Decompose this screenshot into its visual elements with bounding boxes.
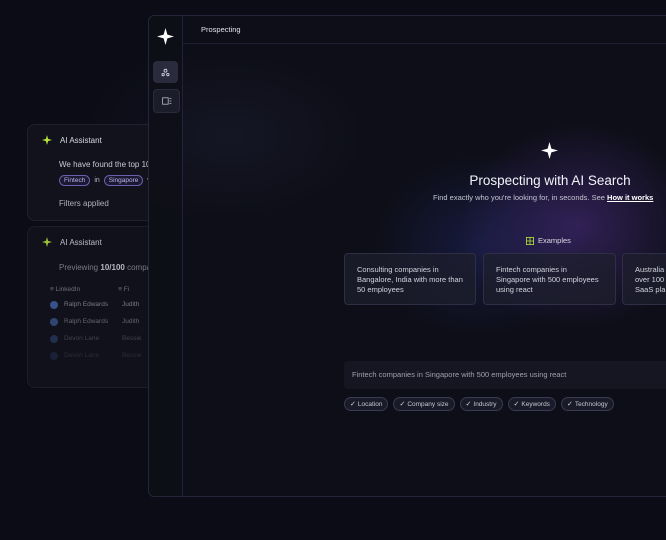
assistant-title: AI Assistant: [60, 135, 102, 145]
chip-connector: in: [94, 177, 100, 184]
filter-label: Location: [357, 400, 383, 408]
filter-chip-industry[interactable]: ✓ Industry: [459, 397, 503, 411]
sidebar: [149, 16, 183, 496]
industry-chip[interactable]: Fintech: [59, 175, 91, 186]
filter-chips: ✓ Location ✓ Company size ✓ Industry ✓ Keywo…: [344, 397, 614, 411]
page-title: Prospecting: [201, 25, 241, 34]
app-logo-spark-icon[interactable]: [157, 28, 174, 45]
ai-spark-icon: [42, 135, 52, 145]
column-linkedin[interactable]: ≡ LinkedIn: [50, 286, 80, 293]
row-name: Devon Lane: [64, 335, 100, 342]
filter-label: Keywords: [521, 400, 550, 408]
example-card[interactable]: Fintech companies in Singapore with 500 …: [483, 253, 616, 305]
hero-subtitle-text: Find exactly who you're looking for, in …: [433, 193, 605, 202]
example-card[interactable]: Australia over 100 SaaS pla: [622, 253, 666, 305]
row-second: Bessie: [122, 335, 142, 342]
filter-chip-technology[interactable]: ✓ Technology: [560, 397, 614, 411]
row-name: Devon Lane: [64, 352, 100, 359]
hero-subtitle: Find exactly who you're looking for, in …: [433, 193, 653, 202]
filter-chip-keywords[interactable]: ✓ Keywords: [507, 397, 556, 411]
filter-chip-company-size[interactable]: ✓ Company size: [393, 397, 455, 411]
ai-spark-icon: [42, 237, 52, 247]
preview-prefix: Previewing: [59, 263, 99, 272]
check-icon: ✓: [465, 401, 472, 408]
assistant-header: AI Assistant: [42, 237, 102, 247]
location-chip[interactable]: Singapore: [103, 175, 144, 186]
hero-title: Prospecting with AI Search: [469, 173, 631, 188]
column-label: Fi: [123, 285, 130, 293]
preview-count-text: Previewing 10/100 compa: [59, 263, 151, 272]
linkedin-icon: [50, 317, 58, 326]
linkedin-icon: [50, 300, 58, 309]
row-second: Judith: [122, 301, 140, 308]
topbar: Prospecting: [182, 16, 666, 44]
assistant-message: We have found the top 10: [59, 160, 151, 169]
ai-search-input[interactable]: Fintech companies in Singapore with 500 …: [344, 361, 666, 389]
assistant-header: AI Assistant: [42, 135, 102, 145]
filters-applied-label: Filters applied: [59, 199, 109, 208]
linkedin-icon: [50, 351, 58, 360]
examples-heading: Examples: [526, 236, 571, 245]
sidebar-item-lists[interactable]: [153, 89, 180, 113]
row-name: Ralph Edwards: [64, 301, 109, 308]
column-label: LinkedIn: [55, 285, 81, 293]
people-icon: [161, 68, 170, 76]
row-second: Bessie: [122, 352, 142, 359]
linkedin-icon: [50, 334, 58, 343]
preview-count: 10/100: [100, 263, 125, 272]
hero-spark-icon: [541, 142, 558, 159]
example-card[interactable]: Consulting companies in Bangalore, India…: [344, 253, 476, 305]
check-icon: ✓: [566, 401, 573, 408]
list-icon: [161, 97, 171, 105]
grid-icon: [526, 236, 534, 245]
filter-label: Technology: [574, 400, 608, 408]
check-icon: ✓: [513, 401, 520, 408]
row-second: Judith: [122, 318, 140, 325]
assistant-filter-chips: Fintech in Singapore w: [59, 175, 152, 186]
row-name: Ralph Edwards: [64, 318, 109, 325]
how-it-works-link[interactable]: How it works: [607, 193, 653, 202]
sidebar-item-prospecting[interactable]: [153, 61, 178, 83]
examples-label: Examples: [538, 236, 571, 245]
filter-label: Company size: [407, 400, 449, 408]
check-icon: ✓: [399, 401, 406, 408]
app-window: Prospecting Prospecting with AI Search F…: [148, 15, 666, 497]
check-icon: ✓: [350, 401, 356, 408]
column-second[interactable]: ≡ Fi: [118, 286, 129, 293]
assistant-title: AI Assistant: [60, 237, 102, 247]
filter-label: Industry: [473, 400, 497, 408]
filter-chip-location[interactable]: ✓ Location: [344, 397, 389, 411]
